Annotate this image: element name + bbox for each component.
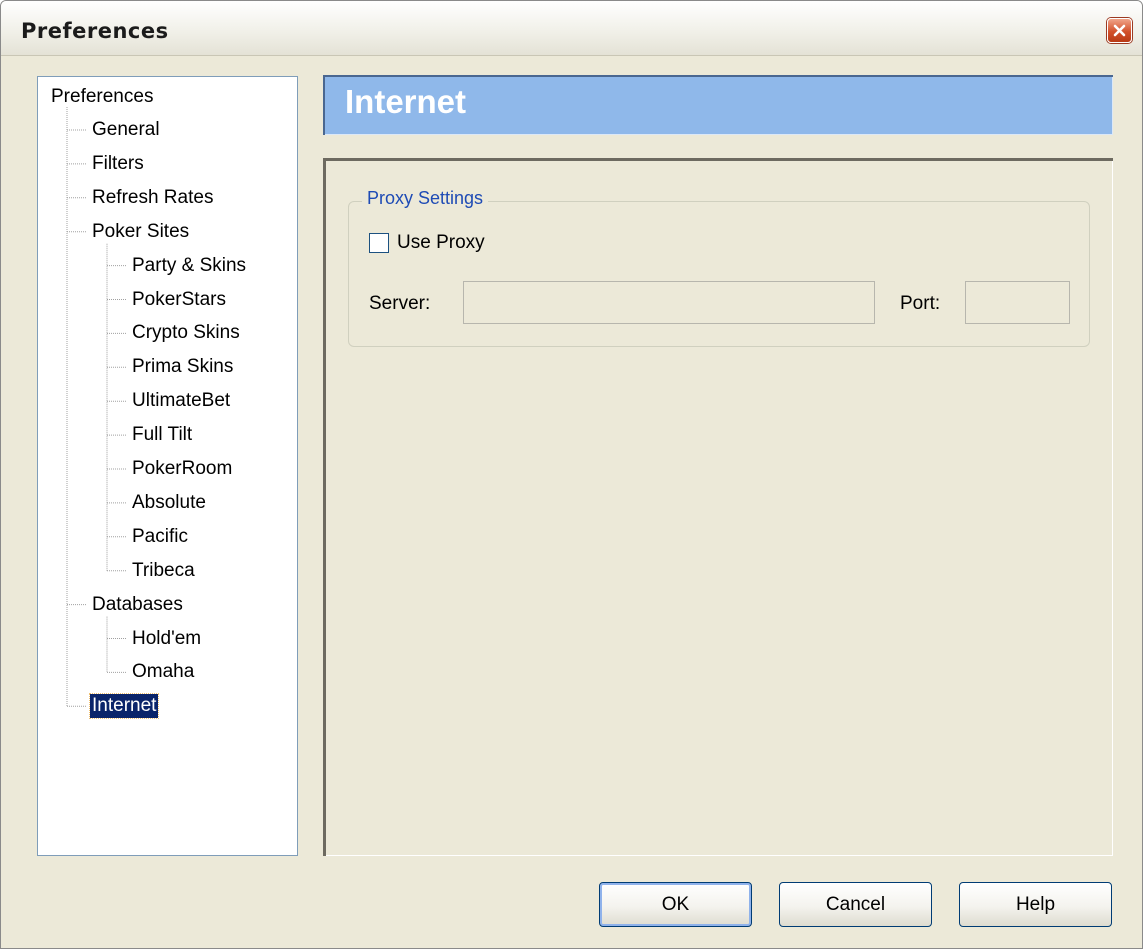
preferences-tree[interactable]: Preferences General Filters Refresh Rates P… [37,76,298,856]
tree-item[interactable]: Pacific [130,525,190,549]
proxy-settings-legend: Proxy Settings [362,188,489,209]
tree-item[interactable]: PokerRoom [130,457,234,481]
tree-item[interactable]: Prima Skins [130,355,235,379]
close-button[interactable] [1107,18,1132,43]
use-proxy-row[interactable]: Use Proxy [369,232,485,254]
page-header: Internet [323,75,1113,135]
tree-item[interactable]: Crypto Skins [130,321,242,345]
server-field[interactable] [463,281,875,324]
tree-item[interactable]: Party & Skins [130,254,248,278]
title-bar[interactable]: Preferences [1,1,1142,56]
tree-item[interactable]: PokerStars [130,288,228,312]
tree-item[interactable]: Omaha [130,660,196,684]
use-proxy-checkbox[interactable] [369,233,389,253]
tree-item[interactable]: Refresh Rates [90,186,215,210]
port-field[interactable] [965,281,1070,324]
window-title: Preferences [21,19,169,43]
tree-item[interactable]: UltimateBet [130,389,232,413]
tree-item[interactable]: Databases [90,593,185,617]
port-label: Port: [900,293,941,314]
settings-panel: Proxy Settings Use Proxy Server: Port: [323,158,1113,856]
preferences-window: Preferences Preferences General Filters Re… [0,0,1143,949]
page-title: Internet [345,83,467,120]
close-icon [1113,24,1126,37]
tree-item[interactable]: Full Tilt [130,423,194,447]
tree-item[interactable]: Tribeca [130,559,197,583]
server-label: Server: [369,293,431,314]
tree-item[interactable]: Poker Sites [90,220,191,244]
help-button[interactable]: Help [959,882,1112,927]
tree-item[interactable]: Internet [88,693,160,720]
ok-button[interactable]: OK [599,882,752,927]
tree-item[interactable]: Absolute [130,491,208,515]
proxy-settings-group: Proxy Settings Use Proxy Server: Port: [348,188,1090,347]
tree-item[interactable]: General [90,118,162,142]
use-proxy-label[interactable]: Use Proxy [397,232,485,254]
cancel-button[interactable]: Cancel [779,882,932,927]
tree-item[interactable]: Hold'em [130,627,203,651]
tree-root-item[interactable]: Preferences [51,86,153,108]
tree-item[interactable]: Filters [90,152,146,176]
